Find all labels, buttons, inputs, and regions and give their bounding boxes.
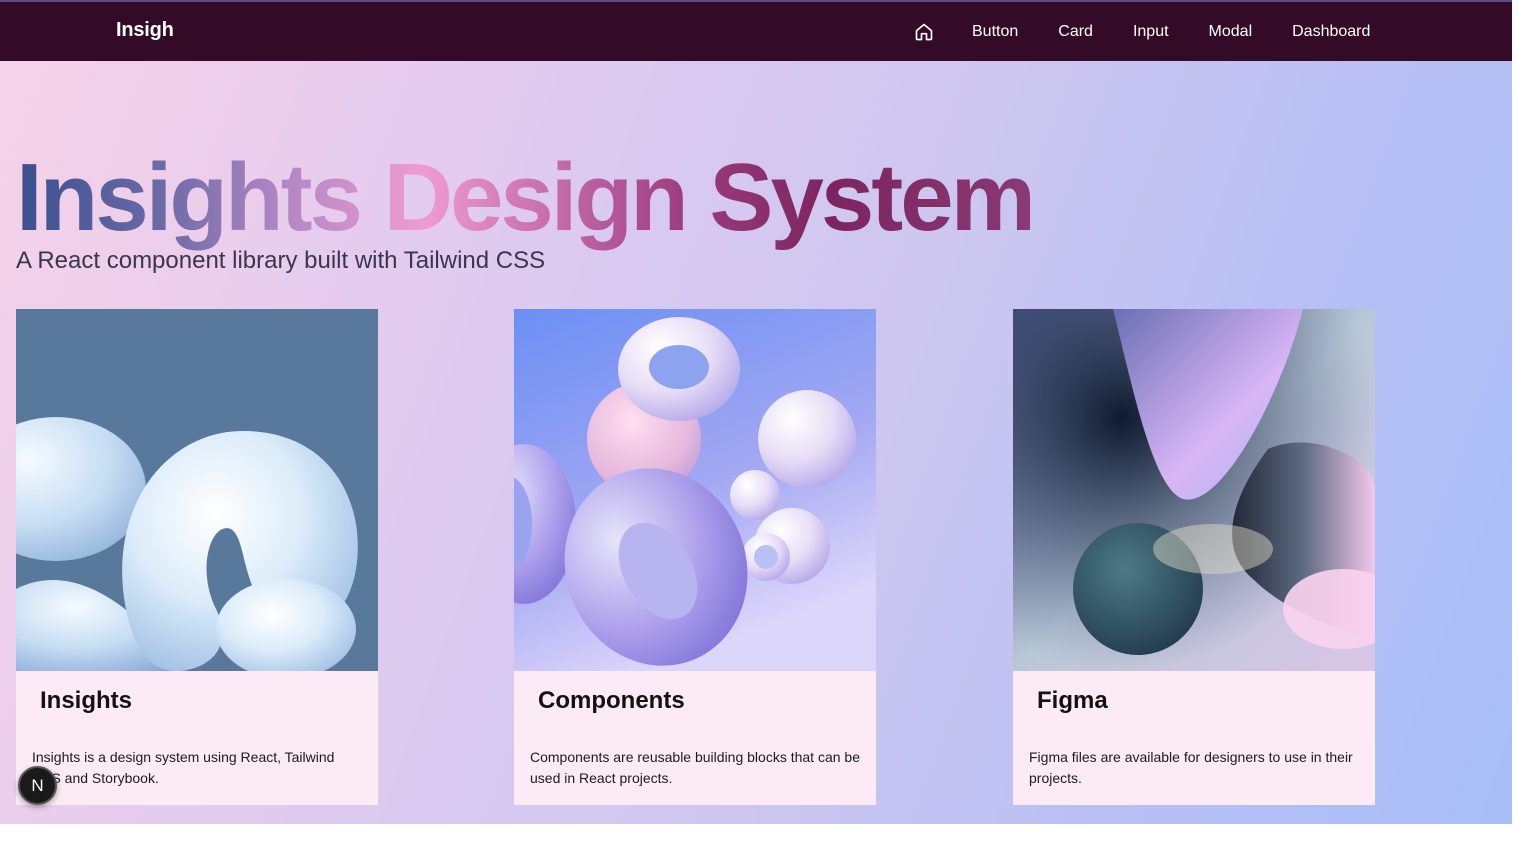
home-icon[interactable] xyxy=(912,20,936,44)
hero-section: Insights Design System A React component… xyxy=(0,61,1512,824)
card-insights[interactable]: Insights Insights is a design system usi… xyxy=(16,309,378,805)
scrollbar[interactable] xyxy=(1512,0,1519,860)
card-title: Figma xyxy=(1037,687,1108,714)
nav-link-input[interactable]: Input xyxy=(1133,20,1169,44)
nav-link-button[interactable]: Button xyxy=(972,20,1018,44)
top-navbar: Insigh Button Card Input Modal Dashboard xyxy=(0,0,1512,61)
card-image-purple-rings xyxy=(514,309,876,671)
nav-link-card[interactable]: Card xyxy=(1058,20,1093,44)
card-description: Insights is a design system using React,… xyxy=(32,749,335,786)
brand-logo[interactable]: Insigh xyxy=(116,19,174,42)
card-title: Components xyxy=(538,687,685,714)
next-dev-indicator-button[interactable]: N xyxy=(18,766,57,805)
card-description: Components are reusable building blocks … xyxy=(530,749,860,786)
card-title: Insights xyxy=(40,687,133,714)
nav-links: Button Card Input Modal Dashboard xyxy=(912,20,1370,44)
card-image-abstract-shapes xyxy=(1013,309,1375,671)
page-subtitle: A React component library built with Tai… xyxy=(16,247,546,274)
card-components[interactable]: Components Components are reusable build… xyxy=(514,309,876,805)
card-image-blue-blob xyxy=(16,309,378,671)
page-title: Insights Design System xyxy=(16,144,1036,251)
card-description: Figma files are available for designers … xyxy=(1029,749,1353,786)
card-figma[interactable]: Figma Figma files are available for desi… xyxy=(1013,309,1375,805)
nav-link-modal[interactable]: Modal xyxy=(1209,20,1253,44)
nav-link-dashboard[interactable]: Dashboard xyxy=(1292,20,1370,44)
